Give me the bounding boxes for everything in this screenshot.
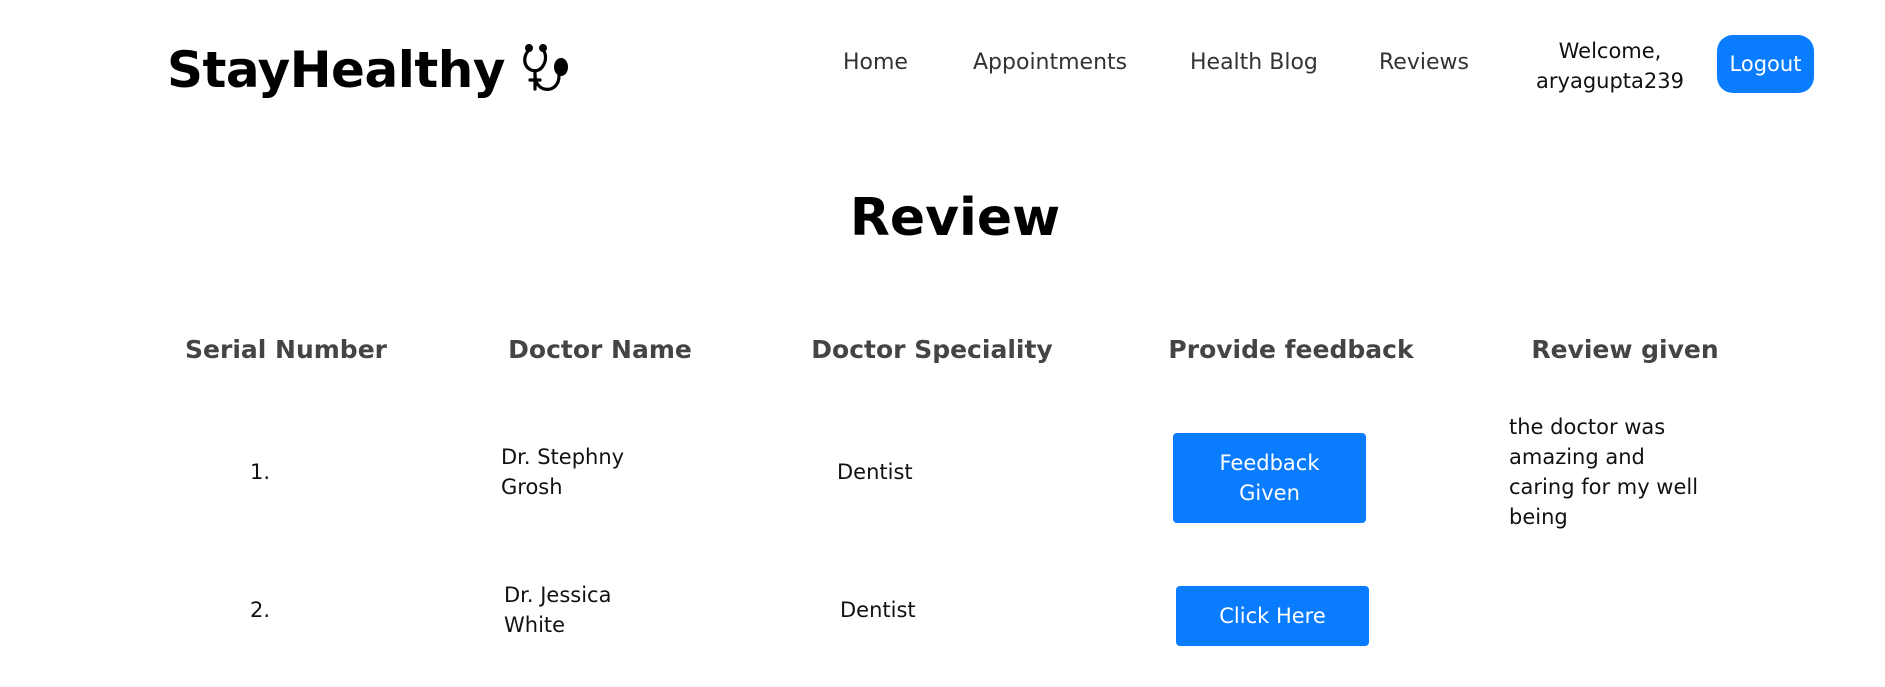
doctor-name-cell: Dr. Stephny Grosh	[501, 442, 624, 502]
nav-reviews-link[interactable]: Reviews	[1379, 50, 1469, 75]
header-review-given: Review given	[1531, 335, 1719, 364]
doctor-name-cell: Dr. Jessica White	[504, 580, 611, 640]
logout-button[interactable]: Logout	[1717, 35, 1814, 93]
speciality-cell: Dentist	[840, 598, 916, 622]
header-doctor-name: Doctor Name	[508, 335, 692, 364]
doctor-name-line: Grosh	[501, 475, 563, 499]
header-serial-number: Serial Number	[185, 335, 387, 364]
username: aryagupta239	[1536, 69, 1684, 93]
serial-cell: 1.	[250, 460, 271, 484]
click-here-button[interactable]: Click Here	[1176, 586, 1369, 646]
brand-name: StayHealthy	[167, 41, 505, 99]
feedback-button-line: Feedback	[1219, 451, 1320, 475]
doctor-name-line: White	[504, 613, 566, 637]
brand-logo-link[interactable]: StayHealthy	[167, 40, 573, 100]
serial-cell: 2.	[250, 598, 271, 622]
nav-home-link[interactable]: Home	[843, 50, 908, 75]
doctor-name-line: Dr. Jessica	[504, 583, 612, 607]
feedback-given-button[interactable]: Feedback Given	[1173, 433, 1366, 523]
stethoscope-icon	[523, 43, 568, 91]
welcome-text: Welcome,	[1558, 39, 1662, 63]
feedback-button-line: Given	[1239, 481, 1300, 505]
header-doctor-speciality: Doctor Speciality	[811, 335, 1053, 364]
nav-health-blog-link[interactable]: Health Blog	[1190, 50, 1318, 75]
doctor-name-line: Dr. Stephny	[501, 445, 625, 469]
nav-appointments-link[interactable]: Appointments	[973, 50, 1127, 75]
speciality-cell: Dentist	[837, 460, 913, 484]
review-text-cell: the doctor was amazing and caring for my…	[1509, 415, 1699, 529]
page-title: Review	[849, 188, 1061, 248]
header-provide-feedback: Provide feedback	[1168, 335, 1414, 364]
welcome-message: Welcome, aryagupta239	[1520, 36, 1700, 96]
navbar: StayHealthy Home Appointments Health Blo…	[0, 0, 1885, 140]
